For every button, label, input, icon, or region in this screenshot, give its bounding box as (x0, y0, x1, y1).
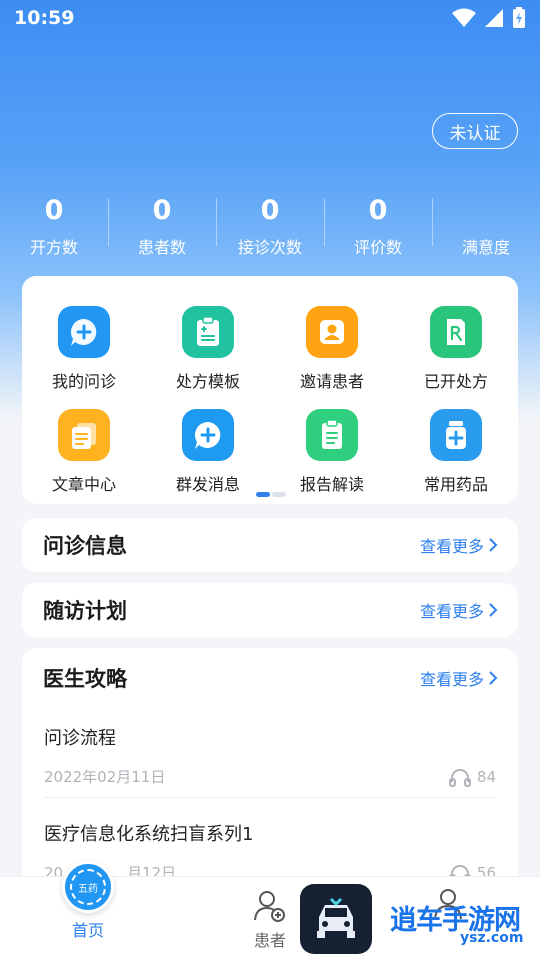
consult-info-card: 问诊信息 查看更多 (22, 518, 518, 572)
article-divider (44, 797, 496, 798)
headphones-icon (448, 768, 471, 787)
service-report-interpretation[interactable]: 报告解读 (270, 409, 394, 495)
chevron-right-icon (489, 671, 498, 685)
stat-prescriptions[interactable]: 0 开方数 (0, 192, 108, 262)
service-invite-patients[interactable]: 邀请患者 (270, 306, 394, 392)
stat-label: 满意度 (461, 238, 510, 257)
section-title: 问诊信息 (43, 534, 127, 558)
service-label: 已开处方 (423, 372, 488, 391)
see-more-label: 查看更多 (419, 537, 484, 556)
stat-consultations[interactable]: 0 接诊次数 (216, 192, 324, 262)
followup-plan-card: 随访计划 查看更多 (22, 583, 518, 637)
prescription-icon (430, 306, 482, 358)
section-header: 问诊信息 查看更多 (22, 518, 518, 572)
service-issued-prescriptions[interactable]: 已开处方 (394, 306, 518, 392)
service-broadcast-messages[interactable]: 群发消息 (146, 409, 270, 495)
wifi-icon (452, 8, 476, 27)
article-item[interactable]: 问诊流程 2022年02月11日 84 (44, 724, 496, 787)
service-label: 我的问诊 (51, 372, 116, 391)
stat-reviews[interactable]: 0 评价数 (324, 192, 432, 262)
stat-value: 0 (368, 195, 388, 226)
listen-count: 84 (448, 767, 496, 787)
service-label: 报告解读 (299, 475, 364, 494)
page-dot-active (256, 492, 270, 497)
section-header: 随访计划 查看更多 (22, 583, 518, 637)
patients-icon (254, 891, 285, 922)
section-title: 医生攻略 (43, 667, 127, 691)
watermark-sub: ysz.com (460, 930, 524, 946)
section-title: 随访计划 (43, 599, 127, 623)
service-article-center[interactable]: 文章中心 (22, 409, 146, 495)
service-label: 群发消息 (175, 475, 240, 494)
article-date: 2022年02月11日 (44, 768, 166, 786)
services-grid: 我的问诊 处方模板 邀请患者 已开处方 文章中心 群发消息 报告解读 常用药品 (22, 306, 518, 495)
service-label: 文章中心 (51, 475, 116, 494)
chevron-right-icon (489, 538, 498, 552)
see-more-link[interactable]: 查看更多 (420, 533, 498, 557)
service-label: 常用药品 (423, 475, 488, 494)
chevron-right-icon (489, 603, 498, 617)
see-more-link[interactable]: 查看更多 (420, 666, 498, 690)
service-label: 处方模板 (175, 372, 240, 391)
stat-label: 患者数 (137, 238, 186, 257)
tab-patients[interactable]: 患者 (252, 889, 288, 951)
tab-label: 首页 (71, 921, 104, 940)
service-common-medicines[interactable]: 常用药品 (394, 409, 518, 495)
car-icon (317, 897, 355, 938)
see-more-label: 查看更多 (419, 602, 484, 621)
stat-label: 评价数 (353, 238, 402, 257)
service-prescription-templates[interactable]: 处方模板 (146, 306, 270, 392)
status-icons (452, 7, 526, 29)
stat-label: 接诊次数 (237, 238, 302, 257)
see-more-link[interactable]: 查看更多 (420, 598, 498, 622)
stats-row: 0 开方数 0 患者数 0 接诊次数 0 评价数 满意度 (0, 192, 540, 262)
report-icon (306, 409, 358, 461)
service-label: 邀请患者 (299, 372, 364, 391)
page-indicator (256, 492, 286, 497)
signal-icon (485, 9, 503, 27)
article-title: 医疗信息化系统扫盲系列1 (44, 824, 254, 845)
services-card: 我的问诊 处方模板 邀请患者 已开处方 文章中心 群发消息 报告解读 常用药品 (22, 276, 518, 504)
stat-value: 0 (44, 195, 64, 226)
section-header: 医生攻略 查看更多 (22, 648, 518, 708)
stat-value: 0 (260, 195, 280, 226)
tab-home[interactable]: 五药 首页 (62, 861, 114, 941)
see-more-label: 查看更多 (419, 670, 484, 689)
tab-label: 患者 (253, 931, 286, 950)
invite-user-icon (306, 306, 358, 358)
broadcast-icon (182, 409, 234, 461)
article-meta: 2022年02月11日 84 (44, 766, 496, 787)
listen-count-value: 84 (476, 767, 496, 786)
consult-icon (58, 306, 110, 358)
battery-icon (513, 7, 525, 28)
car-logo-overlay (300, 884, 372, 954)
status-time: 10:59 (14, 7, 75, 29)
clipboard-icon (182, 306, 234, 358)
articles-icon (58, 409, 110, 461)
service-my-consultations[interactable]: 我的问诊 (22, 306, 146, 392)
page-dot (272, 492, 286, 497)
stat-label: 开方数 (29, 238, 78, 257)
stat-value: 0 (152, 195, 172, 226)
seal-text: 五药 (70, 869, 106, 905)
home-logo-icon: 五药 (62, 861, 114, 913)
medicine-icon (430, 409, 482, 461)
article-title: 问诊流程 (44, 728, 116, 749)
stat-satisfaction[interactable]: 满意度 (432, 192, 540, 262)
stat-patients[interactable]: 0 患者数 (108, 192, 216, 262)
verification-button[interactable]: 未认证 (432, 113, 518, 149)
status-bar: 10:59 (0, 0, 540, 36)
